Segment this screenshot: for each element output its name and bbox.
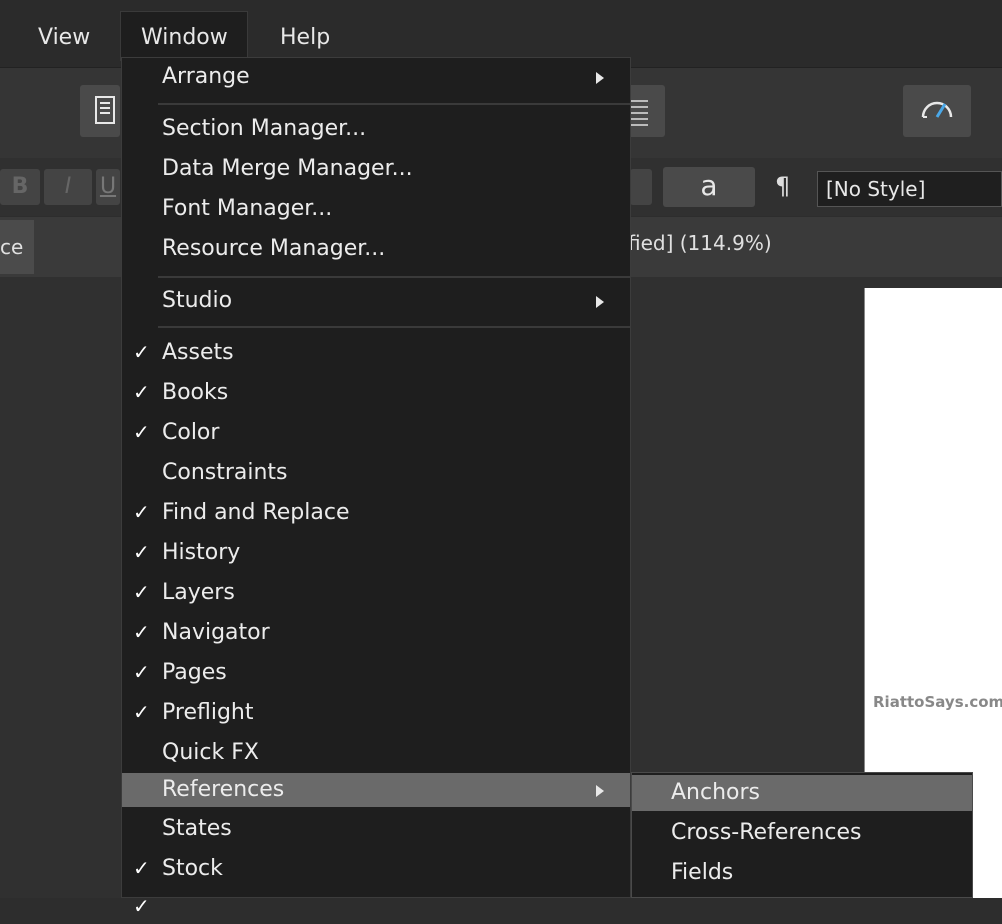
document-icon: [95, 96, 115, 124]
menu-separator: [158, 103, 630, 105]
menu-item-references[interactable]: References: [122, 773, 630, 807]
submenu-arrow-icon: [596, 785, 604, 797]
bold-button[interactable]: B: [0, 169, 40, 205]
menu-item-label: Pages: [162, 660, 227, 685]
watermark: RiattoSays.com ©: [873, 693, 1002, 711]
check-icon: ✓: [133, 894, 150, 918]
menu-item-label: Preflight: [162, 700, 254, 725]
menu-item-label: Color: [162, 420, 220, 445]
menu-item-constraints[interactable]: Constraints: [122, 456, 630, 490]
submenu-item-label: Cross-References: [671, 820, 862, 845]
menu-item-section-manager[interactable]: Section Manager...: [122, 112, 630, 146]
menu-separator: [158, 276, 630, 278]
menu-item-resource-manager[interactable]: Resource Manager...: [122, 232, 630, 266]
check-icon: ✓: [133, 340, 150, 364]
menu-item-label: Navigator: [162, 620, 270, 645]
menu-item-label: Font Manager...: [162, 196, 333, 221]
submenu-item-anchors[interactable]: Anchors: [632, 775, 972, 811]
menu-window[interactable]: Window: [141, 20, 228, 56]
document-title: fied] (114.9%): [628, 231, 772, 255]
submenu-item-cross-references[interactable]: Cross-References: [632, 815, 972, 851]
menu-item-quick-fx[interactable]: Quick FX: [122, 736, 630, 770]
character-style-button[interactable]: a: [663, 167, 755, 207]
menu-item-label: Data Merge Manager...: [162, 156, 413, 181]
references-submenu: Anchors Cross-References Fields: [631, 772, 973, 898]
check-icon: ✓: [133, 540, 150, 564]
menu-item-studio[interactable]: Studio: [122, 284, 630, 318]
menu-item-stock[interactable]: ✓ Stock: [122, 852, 630, 886]
menu-item-label: Studio: [162, 288, 233, 313]
menu-item-states[interactable]: States: [122, 812, 630, 846]
menu-item-font-manager[interactable]: Font Manager...: [122, 192, 630, 226]
menu-item-arrange[interactable]: Arrange: [122, 60, 630, 94]
window-menu: Arrange Section Manager... Data Merge Ma…: [121, 57, 631, 918]
menu-item-label: Layers: [162, 580, 235, 605]
check-icon: ✓: [133, 620, 150, 644]
menu-item-label: Stock: [162, 856, 223, 881]
document-setup-button[interactable]: [80, 85, 120, 137]
check-icon: ✓: [133, 856, 150, 880]
submenu-arrow-icon: [596, 296, 604, 308]
menu-view[interactable]: View: [38, 20, 90, 56]
menu-item-color[interactable]: ✓ Color: [122, 416, 630, 450]
menu-item-pages[interactable]: ✓ Pages: [122, 656, 630, 690]
menu-item-assets[interactable]: ✓ Assets: [122, 336, 630, 370]
style-select[interactable]: [No Style]: [817, 171, 1002, 207]
menu-item-books[interactable]: ✓ Books: [122, 376, 630, 410]
menu-item-history[interactable]: ✓ History: [122, 536, 630, 570]
paragraph-icon[interactable]: ¶: [775, 172, 790, 200]
menu-item-layers[interactable]: ✓ Layers: [122, 576, 630, 610]
check-icon: ✓: [133, 380, 150, 404]
panel-tab[interactable]: ce: [0, 220, 34, 274]
menu-item-preflight[interactable]: ✓ Preflight: [122, 696, 630, 730]
check-icon: ✓: [133, 700, 150, 724]
submenu-arrow-icon: [596, 72, 604, 84]
menu-item-label: Assets: [162, 340, 234, 365]
menu-help[interactable]: Help: [280, 20, 330, 56]
context-button[interactable]: [630, 169, 652, 205]
menu-item-label: Section Manager...: [162, 116, 367, 141]
check-icon: ✓: [133, 580, 150, 604]
menu-item-navigator[interactable]: ✓ Navigator: [122, 616, 630, 650]
menu-item-label: Resource Manager...: [162, 236, 386, 261]
menu-item-label: States: [162, 816, 232, 841]
menu-item-label: Constraints: [162, 460, 288, 485]
menu-item-partial[interactable]: ✓: [122, 890, 630, 924]
underline-button[interactable]: U: [96, 169, 120, 205]
menu-item-label: Quick FX: [162, 740, 259, 765]
menu-item-label: Arrange: [162, 64, 250, 89]
menu-item-label: History: [162, 540, 241, 565]
menu-item-find-and-replace[interactable]: ✓ Find and Replace: [122, 496, 630, 530]
menu-item-label: Books: [162, 380, 229, 405]
menu-separator: [158, 326, 630, 328]
check-icon: ✓: [133, 500, 150, 524]
italic-button[interactable]: I: [44, 169, 92, 205]
performance-button[interactable]: [903, 85, 971, 137]
speedometer-icon: [921, 101, 953, 118]
submenu-item-fields[interactable]: Fields: [632, 855, 972, 891]
menu-item-label: Find and Replace: [162, 500, 350, 525]
submenu-item-label: Anchors: [671, 780, 760, 805]
submenu-item-label: Fields: [671, 860, 734, 885]
check-icon: ✓: [133, 660, 150, 684]
menu-item-data-merge-manager[interactable]: Data Merge Manager...: [122, 152, 630, 186]
menu-item-label: References: [162, 777, 285, 802]
check-icon: ✓: [133, 420, 150, 444]
